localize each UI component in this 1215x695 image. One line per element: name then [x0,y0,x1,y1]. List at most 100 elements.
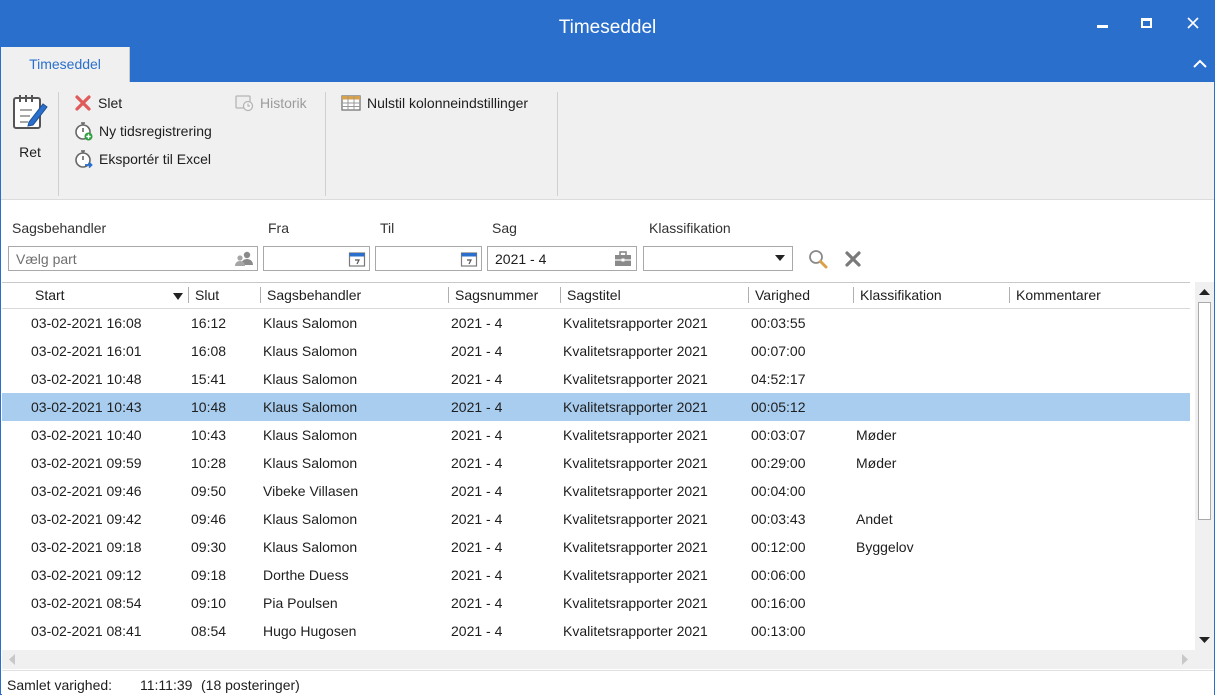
scroll-up-arrow-icon[interactable] [1195,284,1214,300]
cell-start: 03-02-2021 10:43 [31,399,142,415]
column-header-kommentarer[interactable]: Kommentarer [1016,283,1101,309]
nulstil-kolonneindstillinger-button[interactable]: Nulstil kolonneindstillinger [341,92,528,114]
horizontal-scrollbar[interactable] [2,650,1195,669]
table-row[interactable]: 03-02-2021 16:01 16:08 Klaus Salomon 2021 -… [2,337,1190,365]
cell-slut: 16:12 [191,315,227,331]
column-divider[interactable] [448,287,449,303]
title-bar[interactable]: Timeseddel [1,1,1214,47]
status-bar: Samlet varighed: 11:11:39 (18 posteringe… [2,670,1214,695]
table-row[interactable]: 03-02-2021 09:42 09:46 Klaus Salomon 2021 -… [2,505,1190,533]
cell-sagsnummer: 2021 - 4 [451,399,503,415]
table-row[interactable]: 03-02-2021 09:12 09:18 Dorthe Duess 2021 - … [2,561,1190,589]
cell-sagsnummer: 2021 - 4 [451,455,503,471]
search-button[interactable] [807,248,829,270]
slet-button[interactable]: Slet [74,92,122,114]
column-header-start[interactable]: Start [35,283,65,309]
column-header-klassifikation[interactable]: Klassifikation [860,283,942,309]
sort-descending-icon [173,293,183,300]
cell-slut: 09:10 [191,595,227,611]
close-button[interactable] [1179,11,1207,35]
column-divider[interactable] [188,287,189,303]
close-icon [1187,17,1199,29]
table-row[interactable]: 03-02-2021 09:18 09:30 Klaus Salomon 2021 -… [2,533,1190,561]
column-divider[interactable] [560,287,561,303]
vertical-scroll-thumb[interactable] [1198,302,1211,520]
ret-label: Ret [19,144,41,160]
cell-start: 03-02-2021 08:54 [31,595,142,611]
table-row[interactable]: 03-02-2021 10:43 10:48 Klaus Salomon 2021 -… [2,393,1190,421]
grid-header: Start Slut Sagsbehandler Sagsnummer Sagstite… [2,283,1190,309]
search-icon [809,250,828,269]
sag-input[interactable]: 2021 - 4 [487,246,637,271]
maximize-button[interactable] [1132,11,1160,35]
table-row[interactable]: 03-02-2021 16:08 16:12 Klaus Salomon 2021 -… [2,309,1190,337]
cell-sagstitel: Kvalitetsrapporter 2021 [563,399,708,415]
dropdown-arrow-icon [775,255,785,261]
vertical-scrollbar[interactable] [1195,282,1214,650]
cell-sagstitel: Kvalitetsrapporter 2021 [563,455,708,471]
table-row[interactable]: 03-02-2021 09:59 10:28 Klaus Salomon 2021 -… [2,449,1190,477]
cell-start: 03-02-2021 16:01 [31,343,142,359]
tab-timeseddel[interactable]: Timeseddel [1,47,130,82]
ny-tidsregistrering-button[interactable]: Ny tidsregistrering [74,120,212,142]
scroll-left-arrow-icon[interactable] [4,650,20,669]
stopwatch-export-icon [75,150,93,169]
cell-slut: 09:30 [191,539,227,555]
table-row[interactable]: 03-02-2021 08:41 08:54 Hugo Hugosen 2021 - … [2,617,1190,645]
cell-start: 03-02-2021 09:18 [31,539,142,555]
cell-start: 03-02-2021 08:41 [31,623,142,639]
cell-sagsbehandler: Klaus Salomon [263,455,358,471]
column-header-varighed[interactable]: Varighed [755,283,810,309]
ny-tidsregistrering-label: Ny tidsregistrering [99,123,212,139]
cell-slut: 08:54 [191,623,227,639]
til-date-input[interactable] [375,246,482,271]
cell-slut: 10:48 [191,399,227,415]
cell-klassifikation: Møder [856,455,897,471]
table-row[interactable]: 03-02-2021 09:46 09:50 Vibeke Villasen 2021… [2,477,1190,505]
cell-sagsnummer: 2021 - 4 [451,483,503,499]
cell-klassifikation: Møder [856,427,897,443]
column-divider[interactable] [260,287,261,303]
klassifikation-select[interactable] [643,246,793,271]
clear-filter-button[interactable] [843,249,863,269]
total-duration-value: 11:11:39 [140,677,193,693]
cell-slut: 09:46 [191,511,227,527]
scroll-down-arrow-icon[interactable] [1195,632,1214,648]
collapse-ribbon-button[interactable] [1191,55,1209,73]
minimize-button[interactable] [1088,11,1116,35]
sagsbehandler-input[interactable]: Vælg part [8,246,258,271]
cell-sagstitel: Kvalitetsrapporter 2021 [563,623,708,639]
column-header-sagstitel[interactable]: Sagstitel [567,283,621,309]
people-picker-icon [235,251,253,266]
cell-sagsnummer: 2021 - 4 [451,623,503,639]
historik-button[interactable]: Historik [235,92,307,114]
cell-start: 03-02-2021 09:42 [31,511,142,527]
cell-sagstitel: Kvalitetsrapporter 2021 [563,315,708,331]
case-briefcase-icon [615,251,631,266]
table-row[interactable]: 03-02-2021 10:48 15:41 Klaus Salomon 2021 -… [2,365,1190,393]
column-divider[interactable] [853,287,854,303]
table-row[interactable]: 03-02-2021 10:40 10:43 Klaus Salomon 2021 -… [2,421,1190,449]
cell-varighed: 00:12:00 [751,539,806,555]
table-row[interactable]: 03-02-2021 08:54 09:10 Pia Poulsen 2021 - 4… [2,589,1190,617]
scroll-right-arrow-icon[interactable] [1177,650,1193,669]
eksporter-excel-button[interactable]: Eksportér til Excel [74,148,211,170]
column-header-slut[interactable]: Slut [195,283,219,309]
column-divider[interactable] [748,287,749,303]
cell-varighed: 00:16:00 [751,595,806,611]
history-icon [235,95,254,112]
ret-button[interactable]: Ret [7,90,53,160]
maximize-icon [1140,18,1152,28]
cell-slut: 15:41 [191,371,227,387]
cell-varighed: 00:03:43 [751,511,806,527]
fra-date-input[interactable] [263,246,370,271]
cell-varighed: 00:03:55 [751,315,806,331]
cell-sagsbehandler: Dorthe Duess [263,567,349,583]
cell-sagsnummer: 2021 - 4 [451,595,503,611]
cell-start: 03-02-2021 09:12 [31,567,142,583]
clear-x-icon [845,251,861,267]
cell-start: 03-02-2021 16:08 [31,315,142,331]
column-header-sagsnummer[interactable]: Sagsnummer [455,283,538,309]
column-divider[interactable] [1009,287,1010,303]
column-header-sagsbehandler[interactable]: Sagsbehandler [267,283,361,309]
